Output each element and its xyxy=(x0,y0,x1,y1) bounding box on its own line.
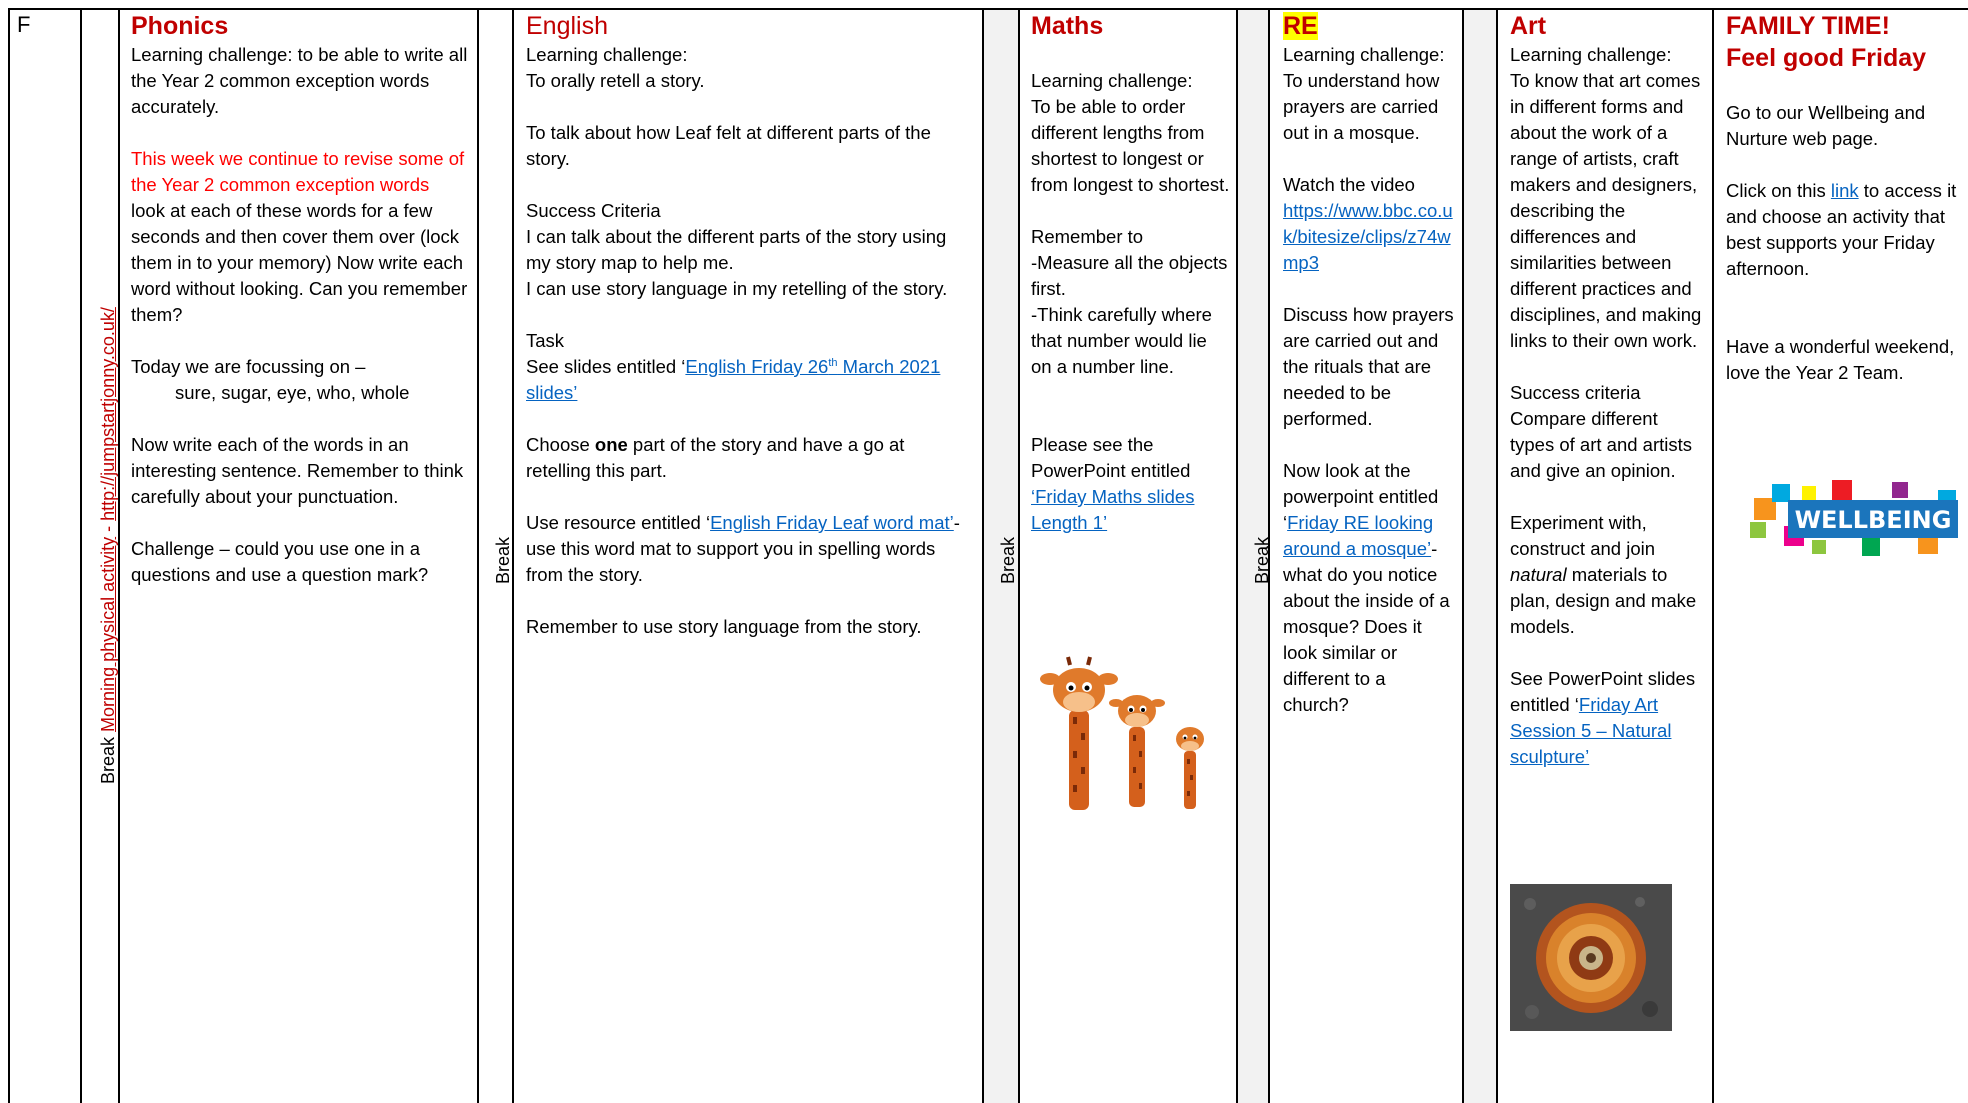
maths-slides-link[interactable]: ‘Friday Maths slides Length 1’ xyxy=(1031,484,1231,536)
physical-activity-vertical: Break Morning physical activity - http:/… xyxy=(98,307,118,784)
english-choose-instruction: Choose one part of the story and have a … xyxy=(526,432,974,484)
break-label: Break xyxy=(98,736,118,784)
re-video-label: Watch the video xyxy=(1283,174,1415,195)
english-choose-a: Choose xyxy=(526,434,595,455)
art-see-powerpoint: See PowerPoint slides entitled ‘Friday A… xyxy=(1510,666,1706,770)
re-discuss: Discuss how prayers are carried out and … xyxy=(1283,304,1454,429)
break-label: Break xyxy=(493,536,513,584)
wellbeing-logo-text: WELLBEING xyxy=(1795,506,1952,534)
english-cell: English Learning challenge: To orally re… xyxy=(526,10,974,640)
art-challenge-label: Learning challenge: xyxy=(1510,44,1672,65)
family-go-instruction: Go to our Wellbeing and Nurture web page… xyxy=(1726,102,1926,149)
maths-remember-label: Remember to xyxy=(1031,226,1144,247)
column-divider xyxy=(80,8,82,1103)
giraffe-medium xyxy=(1109,695,1165,807)
row-label: F xyxy=(17,12,31,37)
phonics-title: Phonics xyxy=(131,12,229,40)
english-slides-link-text: English Friday 26 xyxy=(685,356,829,377)
column-divider xyxy=(1712,8,1714,1103)
english-challenge-2: To talk about how Leaf felt at different… xyxy=(526,122,931,169)
english-resource-prefix: Use resource entitled ‘ xyxy=(526,512,711,533)
phonics-cell: Phonics Learning challenge: to be able t… xyxy=(131,10,469,588)
art-experiment-a: Experiment with, construct and join xyxy=(1510,512,1656,559)
english-success-1: I can talk about the different parts of … xyxy=(526,226,947,273)
art-challenge: To know that art comes in different form… xyxy=(1510,70,1702,351)
natural-sculpture-picture xyxy=(1510,884,1672,1031)
break-column-shade xyxy=(1462,10,1496,1103)
family-wellbeing-link[interactable]: link xyxy=(1831,180,1859,201)
break-label: Break xyxy=(1252,536,1272,584)
english-slides-link-sup: th xyxy=(828,356,838,369)
english-remember: Remember to use story language from the … xyxy=(526,616,922,637)
family-time-cell: FAMILY TIME! Feel good Friday Go to our … xyxy=(1726,10,1962,386)
re-ppt-suffix: - what do you notice about the inside of… xyxy=(1283,538,1450,715)
english-challenge-label: Learning challenge: xyxy=(526,44,688,65)
art-success-label: Success criteria xyxy=(1510,382,1641,403)
column-divider xyxy=(8,8,10,1103)
re-mosque-link[interactable]: Friday RE looking around a mosque’ xyxy=(1283,512,1433,559)
family-click-instruction: Click on this link to access it and choo… xyxy=(1726,178,1962,282)
giraffe-small xyxy=(1176,727,1204,809)
english-task-label: Task xyxy=(526,330,565,351)
phonics-focus-words: sure, sugar, eye, who, whole xyxy=(175,382,410,403)
re-title: RE xyxy=(1283,10,1456,42)
column-divider xyxy=(118,8,120,1103)
art-success: Compare different types of art and artis… xyxy=(1510,408,1693,481)
english-title: English xyxy=(526,12,608,40)
english-success-2: I can use story language in my retelling… xyxy=(526,278,948,299)
art-title: Art xyxy=(1510,12,1547,40)
break-label: Break xyxy=(998,536,1018,584)
family-farewell: Have a wonderful weekend, love the Year … xyxy=(1726,336,1955,383)
maths-see-powerpoint: Please see the PowerPoint entitled xyxy=(1031,434,1191,481)
column-divider xyxy=(1236,8,1238,1103)
re-challenge: To understand how prayers are carried ou… xyxy=(1283,70,1440,143)
art-experiment: Experiment with, construct and join natu… xyxy=(1510,510,1706,640)
maths-remember-1: -Measure all the objects first. xyxy=(1031,252,1228,299)
family-title: FAMILY TIME! xyxy=(1726,12,1890,40)
maths-cell: Maths Learning challenge: To be able to … xyxy=(1031,10,1231,536)
column-divider xyxy=(1496,8,1498,1103)
art-cell: Art Learning challenge: To know that art… xyxy=(1510,10,1706,770)
column-divider xyxy=(1018,8,1020,1103)
english-slides-prefix: See slides entitled ‘ xyxy=(526,356,686,377)
english-choose-bold: one xyxy=(594,434,628,455)
phonics-challenge-task: Challenge – could you use one in a quest… xyxy=(131,538,429,585)
giraffe-large xyxy=(1040,656,1118,810)
english-wordmat-link[interactable]: English Friday Leaf word mat’ xyxy=(710,512,954,533)
jumpstart-link[interactable]: http://jumpstartjonny.co.uk/ xyxy=(98,307,118,521)
english-slides-instruction: See slides entitled ‘English Friday 26th… xyxy=(526,354,974,406)
maths-remember-2: -Think carefully where that number would… xyxy=(1031,304,1212,377)
re-title-text: RE xyxy=(1283,12,1318,40)
english-challenge-1: To orally retell a story. xyxy=(526,70,705,91)
re-video-link[interactable]: https://www.bbc.co.uk/bitesize/clips/z74… xyxy=(1283,198,1456,276)
giraffe-measuring-picture xyxy=(1040,656,1204,810)
wellbeing-logo: WELLBEING xyxy=(1750,480,1958,556)
art-experiment-italic: natural xyxy=(1510,564,1567,585)
column-divider xyxy=(982,8,984,1103)
physical-dash: - xyxy=(98,520,118,537)
re-cell: RE Learning challenge: To understand how… xyxy=(1283,10,1456,718)
column-divider xyxy=(477,8,479,1103)
re-powerpoint-instruction: Now look at the powerpoint entitled ‘Fri… xyxy=(1283,458,1456,718)
column-divider xyxy=(1462,8,1464,1103)
maths-title: Maths xyxy=(1031,12,1104,40)
english-resource-instruction: Use resource entitled ‘English Friday Le… xyxy=(526,510,974,588)
family-click-prefix: Click on this xyxy=(1726,180,1831,201)
re-challenge-label: Learning challenge: xyxy=(1283,44,1445,65)
phonics-instructions: look at each of these words for a few se… xyxy=(131,200,468,325)
physical-activity-label: Morning physical activity xyxy=(98,536,118,732)
family-subtitle: Feel good Friday xyxy=(1726,44,1927,72)
phonics-challenge: Learning challenge: to be able to write … xyxy=(131,44,468,117)
maths-challenge-label: Learning challenge: xyxy=(1031,70,1193,91)
english-success-label: Success Criteria xyxy=(526,200,661,221)
phonics-focus-intro: Today we are focussing on – xyxy=(131,356,366,377)
phonics-sentence-task: Now write each of the words in an intere… xyxy=(131,434,464,507)
phonics-revise-note: This week we continue to revise some of … xyxy=(131,148,465,195)
maths-challenge: To be able to order different lengths fr… xyxy=(1031,96,1230,195)
